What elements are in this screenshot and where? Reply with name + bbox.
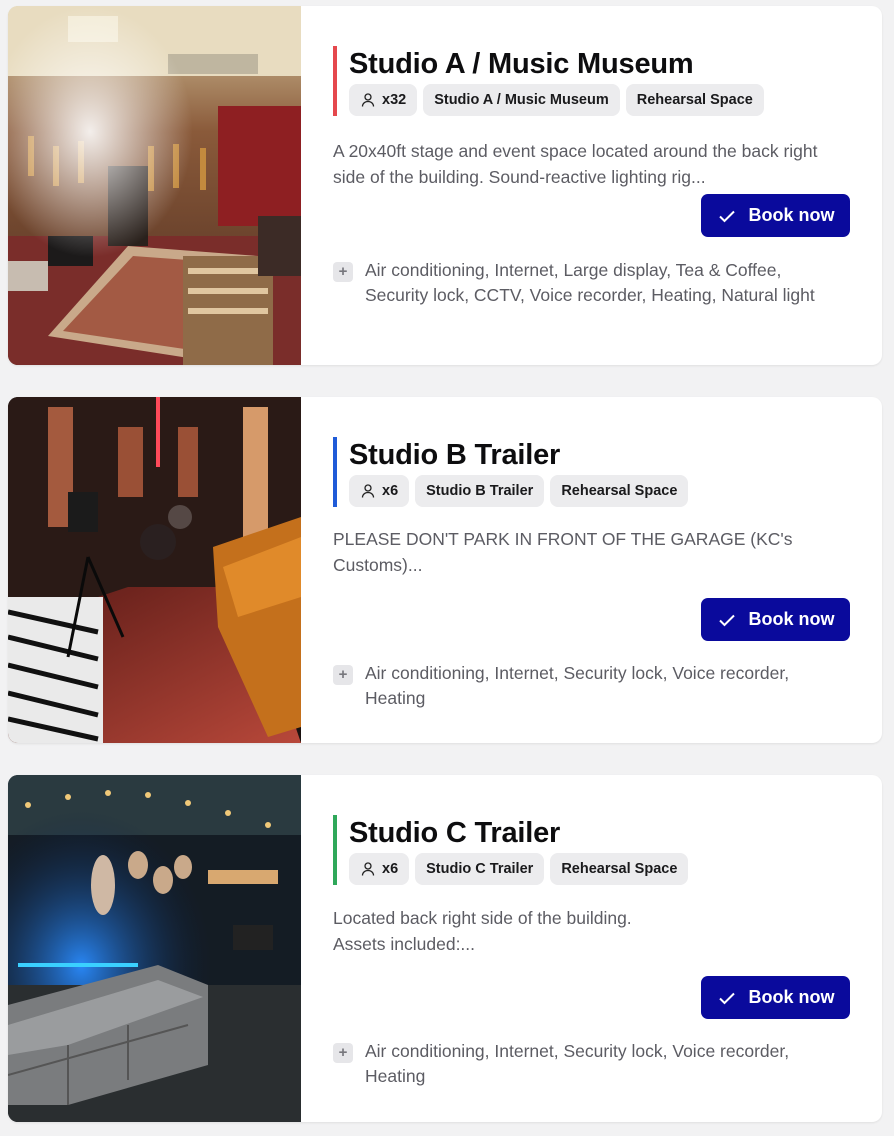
plus-icon[interactable]: + xyxy=(333,665,353,685)
capacity-value: x32 xyxy=(382,92,407,108)
amenities: + Air conditioning, Internet, Security l… xyxy=(333,1039,830,1089)
book-now-label: Book now xyxy=(748,205,835,225)
book-now-label: Book now xyxy=(748,609,835,629)
room-description: Located back right side of the building.… xyxy=(333,908,632,954)
room-title[interactable]: Studio A / Music Museum xyxy=(349,46,764,82)
plus-icon[interactable]: + xyxy=(333,1043,353,1063)
tag-room-type: Rehearsal Space xyxy=(550,475,689,507)
amenities-list: Air conditioning, Internet, Security loc… xyxy=(365,1041,790,1086)
check-icon xyxy=(718,992,735,1004)
room-card-studio-a[interactable]: Studio A / Music Museum x32 Studio A / M… xyxy=(8,6,882,365)
tag-room-type: Rehearsal Space xyxy=(550,853,689,885)
capacity-badge: x6 xyxy=(349,475,410,507)
book-now-button[interactable]: Book now xyxy=(701,976,850,1019)
person-icon xyxy=(361,93,375,107)
room-title[interactable]: Studio C Trailer xyxy=(349,815,688,851)
room-description: PLEASE DON'T PARK IN FRONT OF THE GARAGE… xyxy=(333,529,793,575)
room-title-block: Studio C Trailer x6 Studio C Trailer Reh… xyxy=(333,815,689,885)
room-tags: x32 Studio A / Music Museum Rehearsal Sp… xyxy=(349,84,764,116)
room-tags: x6 Studio C Trailer Rehearsal Space xyxy=(349,853,689,885)
room-title[interactable]: Studio B Trailer xyxy=(349,437,688,473)
capacity-badge: x32 xyxy=(349,84,418,116)
amenities: + Air conditioning, Internet, Large disp… xyxy=(333,258,830,308)
room-photo[interactable] xyxy=(8,397,301,743)
book-now-button[interactable]: Book now xyxy=(701,598,850,641)
room-title-block: Studio B Trailer x6 Studio B Trailer Reh… xyxy=(333,437,689,507)
tag-room-type: Rehearsal Space xyxy=(625,84,764,116)
room-tags: x6 Studio B Trailer Rehearsal Space xyxy=(349,475,689,507)
book-now-button[interactable]: Book now xyxy=(701,194,850,237)
capacity-badge: x6 xyxy=(349,853,410,885)
capacity-value: x6 xyxy=(382,861,399,877)
amenities: + Air conditioning, Internet, Security l… xyxy=(333,661,830,711)
capacity-value: x6 xyxy=(382,483,399,499)
room-title-block: Studio A / Music Museum x32 Studio A / M… xyxy=(333,46,764,116)
room-photo[interactable] xyxy=(8,6,301,365)
amenities-list: Air conditioning, Internet, Security loc… xyxy=(365,663,790,708)
tag-room-name: Studio A / Music Museum xyxy=(423,84,620,116)
person-icon xyxy=(361,862,375,876)
room-card-studio-b[interactable]: Studio B Trailer x6 Studio B Trailer Reh… xyxy=(8,397,882,743)
person-icon xyxy=(361,484,375,498)
room-card-studio-c[interactable]: Studio C Trailer x6 Studio C Trailer Reh… xyxy=(8,775,882,1122)
check-icon xyxy=(718,614,735,626)
plus-icon[interactable]: + xyxy=(333,262,353,282)
tag-room-name: Studio B Trailer xyxy=(415,475,545,507)
check-icon xyxy=(718,210,735,222)
tag-room-name: Studio C Trailer xyxy=(415,853,545,885)
room-description: A 20x40ft stage and event space located … xyxy=(333,141,818,187)
room-photo[interactable] xyxy=(8,775,301,1122)
book-now-label: Book now xyxy=(748,987,835,1007)
amenities-list: Air conditioning, Internet, Large displa… xyxy=(365,260,815,305)
